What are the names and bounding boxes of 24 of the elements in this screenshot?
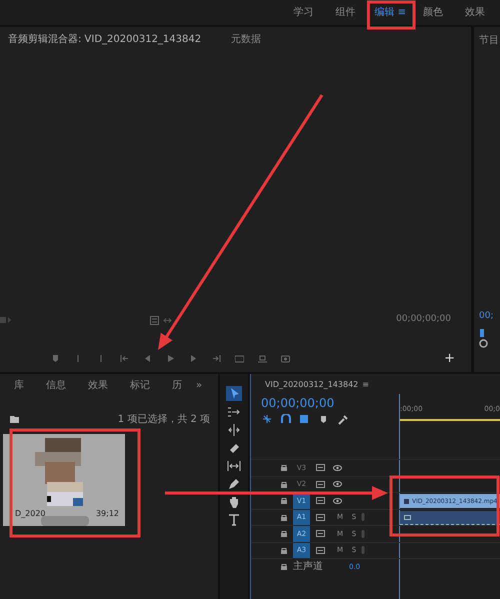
panel-tab[interactable]: 库 <box>14 378 24 392</box>
panel-tab[interactable]: 信息 <box>46 378 66 392</box>
timecode: 00;00;00;00 <box>261 395 334 412</box>
workspace-tab[interactable]: 编辑 ≡ <box>366 5 412 20</box>
panel-tab[interactable]: 元数据 <box>231 32 262 46</box>
workspace-tab[interactable]: 颜色 <box>412 5 454 20</box>
clip-name: D_2020 <box>15 508 46 520</box>
workspace-tab[interactable]: 效果 <box>454 5 496 20</box>
clip-duration: 39;12 <box>96 508 119 520</box>
workspace-tab[interactable]: 组件 <box>324 5 366 20</box>
timeline-title: VID_20200312_143842 <box>265 379 358 391</box>
panel-tab[interactable]: 历 <box>172 378 182 392</box>
add-button[interactable]: + <box>444 352 455 364</box>
track-label: 主声道 <box>293 560 323 574</box>
timecode: 00;00;00;00 <box>396 313 451 326</box>
panel-title: 节目 <box>479 34 500 48</box>
panel-tab[interactable]: 标记 <box>130 378 150 392</box>
selection-info: 1 项已选择，共 2 项 <box>118 412 210 426</box>
menu-icon[interactable]: ≡ <box>362 379 369 391</box>
overflow-button[interactable]: » <box>196 378 202 392</box>
panel-tab[interactable]: 音频剪辑混合器: VID_20200312_143842 <box>8 32 202 46</box>
timecode: 00; <box>479 310 494 322</box>
workspace-tab[interactable]: 学习 <box>282 5 324 20</box>
panel-tab[interactable]: 效果 <box>88 378 108 392</box>
